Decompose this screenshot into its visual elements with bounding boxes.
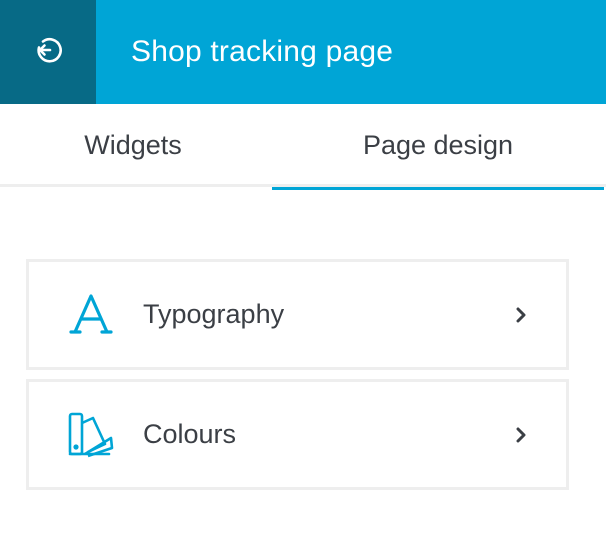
back-button[interactable] [0, 0, 96, 104]
typography-label: Typography [143, 299, 285, 329]
colours-card[interactable]: Colours [26, 379, 569, 490]
exit-arrow-icon [33, 35, 63, 70]
typography-card[interactable]: Typography [26, 259, 569, 370]
chevron-right-icon [516, 427, 526, 442]
tab-bar: Widgets Page design [0, 104, 606, 190]
tab-page-design[interactable]: Page design [272, 104, 604, 190]
colour-palette-icon [64, 408, 118, 462]
tab-widgets[interactable]: Widgets [0, 104, 266, 187]
typography-icon [64, 288, 118, 342]
colours-label: Colours [143, 419, 237, 449]
chevron-right-icon [516, 307, 526, 322]
page-title: Shop tracking page [131, 35, 394, 68]
header-bar: Shop tracking page [0, 0, 606, 104]
